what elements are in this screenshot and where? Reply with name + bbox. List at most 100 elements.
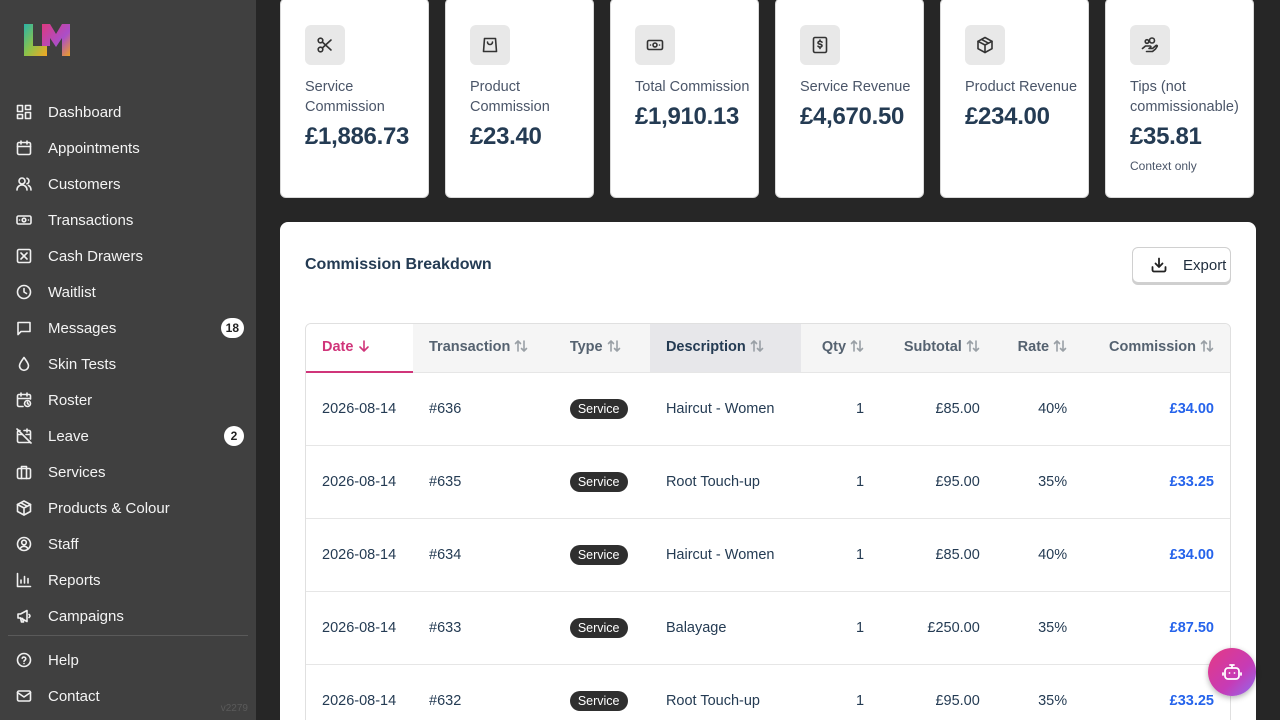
cell-commission: £87.50	[1083, 590, 1230, 664]
card-label: Service Revenue	[800, 79, 911, 95]
sidebar-item-messages[interactable]: Messages 18	[8, 310, 248, 346]
type-badge: Service	[569, 471, 628, 492]
cell-transaction-link[interactable]: #634	[413, 517, 554, 591]
cell-rate: 40%	[995, 517, 1084, 591]
sidebar-item-dashboard[interactable]: Dashboard	[8, 94, 248, 130]
message-icon	[16, 320, 32, 336]
download-icon	[1151, 257, 1167, 273]
bar-chart-icon	[16, 572, 32, 588]
app-logo[interactable]	[22, 22, 76, 58]
service-commission-card: Service Commission £1,886.73	[280, 0, 429, 198]
cell-qty: 1	[800, 371, 881, 445]
sidebar-item-label: Waitlist	[48, 283, 96, 301]
commission-breakdown-panel: Commission Breakdown Export Date Transac…	[280, 222, 1256, 720]
cell-description: Haircut - Women	[649, 517, 801, 591]
cell-commission: £34.00	[1083, 371, 1230, 445]
column-header-type[interactable]: Type	[553, 324, 650, 372]
sidebar-item-label: Messages	[48, 319, 117, 337]
column-header-date[interactable]: Date	[306, 324, 413, 373]
sidebar-divider	[8, 635, 248, 636]
column-header-description[interactable]: Description	[649, 324, 801, 372]
column-header-rate[interactable]: Rate	[995, 324, 1084, 372]
sort-icon	[1200, 339, 1214, 357]
cell-transaction-link[interactable]: #635	[413, 444, 554, 518]
sidebar-item-label: Services	[48, 463, 106, 481]
cell-date: 2026-08-14	[306, 517, 413, 591]
scissors-icon	[305, 25, 345, 65]
sidebar-item-appointments[interactable]: Appointments	[8, 130, 248, 166]
card-value: £23.40	[470, 123, 542, 150]
sidebar-item-label: Cash Drawers	[48, 247, 144, 265]
cell-commission: £34.00	[1083, 517, 1230, 591]
sidebar-item-label: Help	[48, 651, 79, 669]
sidebar-item-label: Leave	[48, 427, 89, 445]
sidebar-item-label: Roster	[48, 391, 93, 409]
help-circle-icon	[16, 652, 32, 668]
sidebar-item-label: Dashboard	[48, 103, 122, 121]
sidebar-item-services[interactable]: Services	[8, 454, 248, 490]
users-icon	[16, 176, 32, 192]
sidebar-item-label: Staff	[48, 535, 79, 553]
card-value: £4,670.50	[800, 103, 905, 130]
card-value: £234.00	[965, 103, 1050, 130]
type-badge: Service	[569, 617, 628, 638]
cell-rate: 35%	[995, 590, 1084, 664]
sort-icon	[750, 339, 764, 357]
assistant-bot-button[interactable]	[1208, 648, 1256, 696]
sidebar-item-roster[interactable]: Roster	[8, 382, 248, 418]
sidebar-item-customers[interactable]: Customers	[8, 166, 248, 202]
sidebar-item-staff[interactable]: Staff	[8, 526, 248, 562]
sidebar-item-transactions[interactable]: Transactions	[8, 202, 248, 238]
sidebar-item-reports[interactable]: Reports	[8, 562, 248, 598]
commission-table: Date Transaction Type Description Qty Su…	[305, 323, 1231, 720]
cell-qty: 1	[800, 663, 881, 720]
card-label: Tips (not commissionable)	[1130, 79, 1239, 115]
banknote-icon	[16, 212, 32, 228]
product-revenue-card: Product Revenue £234.00	[940, 0, 1089, 198]
type-badge: Service	[569, 544, 628, 565]
export-button[interactable]: Export	[1132, 247, 1231, 283]
table-row: 2026-08-14 #636 Service Haircut - Women …	[306, 371, 1230, 445]
megaphone-icon	[16, 608, 32, 624]
leave-count-badge: 2	[224, 426, 244, 446]
cell-subtotal: £95.00	[880, 444, 996, 518]
briefcase-icon	[16, 464, 32, 480]
sidebar-item-waitlist[interactable]: Waitlist	[8, 274, 248, 310]
sidebar-item-cash-drawers[interactable]: Cash Drawers	[8, 238, 248, 274]
sidebar-item-label: Campaigns	[48, 607, 124, 625]
sidebar-item-skin-tests[interactable]: Skin Tests	[8, 346, 248, 382]
cell-subtotal: £85.00	[880, 371, 996, 445]
column-header-subtotal[interactable]: Subtotal	[880, 324, 996, 372]
package-icon	[16, 500, 32, 516]
product-commission-card: Product Commission £23.40	[445, 0, 594, 198]
sidebar-bottom-nav: Help Contact	[8, 642, 248, 714]
cell-transaction-link[interactable]: #632	[413, 663, 554, 720]
sort-icon	[514, 339, 528, 357]
cell-type: Service	[553, 371, 650, 445]
user-circle-icon	[16, 536, 32, 552]
droplet-icon	[16, 356, 32, 372]
app-version: v2279	[220, 703, 248, 714]
cell-qty: 1	[800, 444, 881, 518]
cell-rate: 35%	[995, 444, 1084, 518]
sidebar: Dashboard Appointments Customers Transac…	[0, 0, 256, 720]
cell-transaction-link[interactable]: #633	[413, 590, 554, 664]
card-value: £1,886.73	[305, 123, 410, 150]
sidebar-item-leave[interactable]: Leave 2	[8, 418, 248, 454]
card-label: Product Revenue	[965, 79, 1078, 95]
sort-icon	[1053, 339, 1067, 357]
sidebar-item-help[interactable]: Help	[8, 642, 248, 678]
sidebar-item-products-colour[interactable]: Products & Colour	[8, 490, 248, 526]
sidebar-item-label: Transactions	[48, 211, 134, 229]
mail-icon	[16, 688, 32, 704]
cell-type: Service	[553, 444, 650, 518]
column-header-qty[interactable]: Qty	[800, 324, 881, 372]
cell-transaction-link[interactable]: #636	[413, 371, 554, 445]
sidebar-item-label: Contact	[48, 687, 100, 705]
column-header-transaction[interactable]: Transaction	[413, 324, 554, 372]
messages-count-badge: 18	[220, 318, 244, 338]
shopping-bag-icon	[470, 25, 510, 65]
sidebar-item-contact[interactable]: Contact	[8, 678, 248, 714]
column-header-commission[interactable]: Commission	[1083, 324, 1230, 372]
sidebar-item-campaigns[interactable]: Campaigns	[8, 598, 248, 634]
